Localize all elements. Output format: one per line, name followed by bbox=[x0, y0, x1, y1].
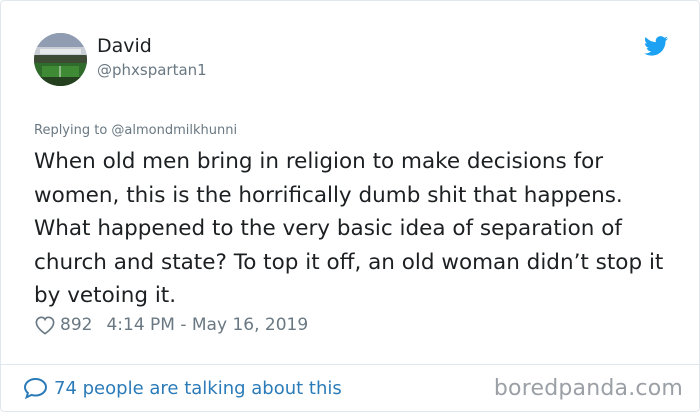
twitter-bird-icon[interactable] bbox=[644, 36, 668, 56]
stadium-avatar-image bbox=[34, 33, 87, 86]
conversation-label[interactable]: 74 people are talking about this bbox=[54, 378, 342, 399]
user-handle[interactable]: @phxspartan1 bbox=[97, 60, 207, 80]
replying-to-label[interactable]: Replying to @almondmilkhunni bbox=[34, 122, 237, 140]
conversation-link[interactable]: 74 people are talking about this bbox=[23, 376, 342, 400]
avatar[interactable] bbox=[34, 33, 87, 86]
tweet-text: When old men bring in religion to make d… bbox=[34, 149, 664, 308]
speech-bubble-icon bbox=[23, 377, 48, 399]
tweet-meta: 892 4:14 PM - May 16, 2019 bbox=[34, 314, 308, 336]
heart-icon[interactable] bbox=[34, 315, 56, 335]
boredpanda-watermark: boredpanda.com bbox=[493, 376, 683, 401]
timestamp[interactable]: 4:14 PM - May 16, 2019 bbox=[106, 315, 308, 335]
like-count[interactable]: 892 bbox=[60, 315, 92, 335]
tweet-card: David @phxspartan1 Replying to @almondmi… bbox=[0, 0, 700, 412]
display-name[interactable]: David bbox=[97, 34, 152, 58]
divider bbox=[1, 364, 699, 365]
